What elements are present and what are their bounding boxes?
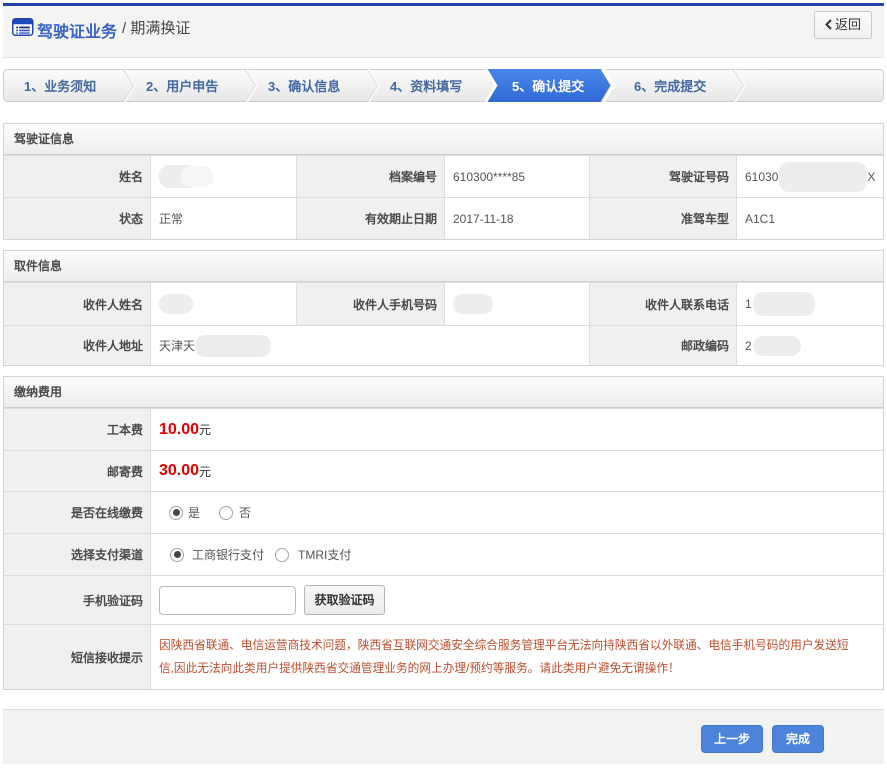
svg-text:1、业务须知: 1、业务须知 — [24, 79, 96, 94]
svg-text:6、完成提交: 6、完成提交 — [634, 79, 706, 94]
svg-text:5、确认提交: 5、确认提交 — [512, 79, 584, 94]
svg-text:3、确认信息: 3、确认信息 — [268, 79, 340, 94]
svg-text:2、用户申告: 2、用户申告 — [146, 79, 218, 94]
svg-text:4、资料填写: 4、资料填写 — [390, 79, 462, 94]
